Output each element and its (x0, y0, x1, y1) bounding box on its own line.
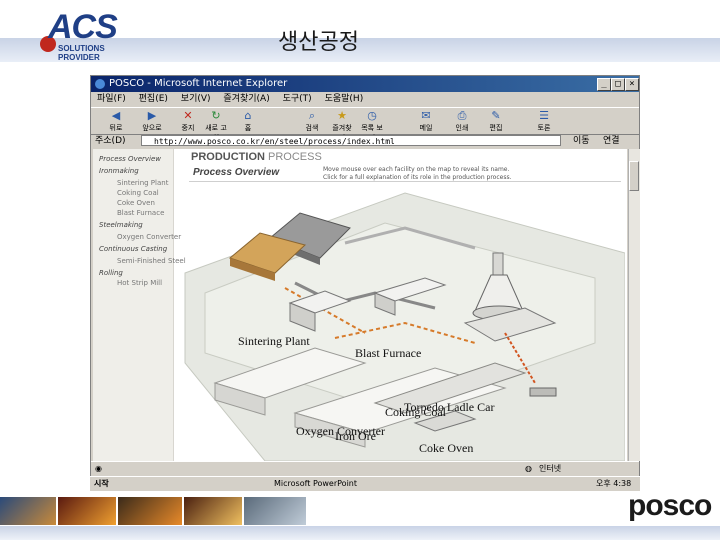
start-button[interactable]: 시작 (94, 477, 109, 491)
edit-button[interactable]: ✎ 편집 (485, 110, 507, 133)
window-title: POSCO - Microsoft Internet Explorer (109, 78, 288, 89)
vertical-scrollbar[interactable] (628, 149, 640, 461)
divider (189, 181, 621, 182)
menu-view[interactable]: 보기(V) (181, 94, 211, 104)
maximize-button[interactable]: □ (611, 78, 625, 91)
posco-logo: posco (628, 489, 712, 522)
menu-file[interactable]: 파일(F) (97, 94, 126, 104)
mail-icon: ✉ (421, 109, 431, 122)
menu-tools[interactable]: 도구(T) (283, 94, 312, 104)
forward-button[interactable]: ▶ 앞으로 (141, 110, 163, 133)
address-bar: 주소(D) http://www.posco.co.kr/en/steel/pr… (91, 133, 639, 149)
label-blast-furnace[interactable]: Blast Furnace (355, 346, 421, 361)
back-icon: ◀ (111, 109, 121, 122)
history-icon: ◷ (367, 109, 377, 122)
print-button[interactable]: ⎙ 인쇄 (451, 110, 473, 133)
status-bar: ◉ ◍ 인터넷 (91, 461, 639, 476)
nav-item[interactable]: Continuous Casting (99, 245, 167, 253)
section-title-light: PROCESS (268, 151, 322, 163)
logo-tagline: SOLUTIONS PROVIDER (58, 44, 105, 62)
label-coke-oven[interactable]: Coke Oven (419, 441, 473, 456)
nav-item[interactable]: Process Overview (99, 155, 161, 163)
label-sintering-plant[interactable]: Sintering Plant (238, 334, 310, 349)
nav-item[interactable]: Coke Oven (117, 199, 155, 207)
refresh-icon: ↻ (211, 109, 221, 122)
menu-edit[interactable]: 편집(E) (139, 94, 168, 104)
minimize-button[interactable]: _ (597, 78, 611, 91)
photo-4 (184, 497, 242, 525)
photo-5 (244, 497, 306, 525)
search-button[interactable]: ⌕ 검색 (301, 110, 323, 133)
process-nav: Process Overview Ironmaking Sintering Plan… (93, 149, 186, 461)
back-button[interactable]: ◀ 뒤로 (105, 110, 127, 133)
photo-1 (0, 497, 56, 525)
internet-zone-icon: ◍ (525, 464, 532, 473)
stop-button[interactable]: ✕ 중지 (177, 110, 199, 133)
nav-item[interactable]: Sintering Plant (117, 179, 168, 187)
nav-item[interactable]: Hot Strip Mill (117, 279, 162, 287)
label-torpedo-ladle-car[interactable]: Torpedo Ladle Car (404, 400, 494, 415)
nav-item[interactable]: Blast Furnace (117, 209, 164, 217)
taskbar-task[interactable]: Microsoft PowerPoint (274, 477, 357, 491)
hint-line-2: Click for a full explanation of its role… (323, 174, 512, 181)
search-icon: ⌕ (308, 109, 316, 122)
toolbar: ◀뒤로 ▶앞으로 ✕중지 ↻새로 고침 ⌂홈 ⌕검색 ★즐겨찾기 ◷목록 보기 … (91, 107, 639, 142)
favorites-icon: ★ (337, 109, 347, 122)
footer-band (0, 526, 720, 540)
logo-text: ACS (48, 8, 118, 46)
hint-line-1: Move mouse over each facility on the map… (323, 166, 510, 173)
nav-item[interactable]: Ironmaking (99, 167, 139, 175)
links-button[interactable]: 연결 (603, 133, 620, 149)
go-button[interactable]: 이동 (573, 133, 590, 149)
zone-label: 인터넷 (539, 464, 562, 473)
discuss-icon: ☰ (539, 109, 549, 122)
windows-taskbar: 시작 Microsoft PowerPoint 오후 4:38 (90, 476, 640, 491)
discuss-button[interactable]: ☰ 토론 (533, 110, 555, 133)
menu-favorites[interactable]: 즐겨찾기(A) (223, 94, 269, 104)
home-button[interactable]: ⌂ 홈 (237, 110, 259, 133)
menu-bar: 파일(F) 편집(E) 보기(V) 즐겨찾기(A) 도구(T) 도움말(H) (91, 92, 639, 107)
nav-item[interactable]: Coking Coal (117, 189, 159, 197)
window-titlebar: POSCO - Microsoft Internet Explorer _ □ … (91, 76, 639, 92)
photo-2 (58, 497, 116, 525)
home-icon: ⌂ (244, 109, 252, 122)
page-content: Process Overview Ironmaking Sintering Plan… (93, 149, 627, 461)
edit-icon: ✎ (491, 109, 501, 122)
slide-title: 생산공정 (278, 30, 359, 55)
process-map: Coking Coal Iron Ore Coke Oven (175, 183, 626, 461)
menu-help[interactable]: 도움말(H) (325, 94, 364, 104)
address-input[interactable]: http://www.posco.co.kr/en/steel/process/… (141, 135, 561, 146)
forward-icon: ▶ (147, 109, 157, 122)
address-label: 주소(D) (95, 136, 126, 146)
nav-item[interactable]: Steelmaking (99, 221, 143, 229)
nav-item[interactable]: Rolling (99, 269, 123, 277)
section-title-bold: PRODUCTION (191, 151, 265, 163)
mail-button[interactable]: ✉ 메일 (415, 110, 437, 133)
nav-item[interactable]: Oxygen Converter (117, 233, 181, 241)
ie-icon (95, 79, 105, 89)
print-icon: ⎙ (457, 109, 467, 122)
acs-logo: ACS SOLUTIONS PROVIDER (40, 6, 136, 62)
photo-3 (118, 497, 182, 525)
footer-photo-strip (0, 497, 306, 525)
page-status-icon: ◉ (95, 464, 102, 473)
scrollbar-thumb[interactable] (629, 161, 639, 191)
stop-icon: ✕ (183, 109, 193, 122)
section-title: PRODUCTION PROCESS (191, 151, 322, 163)
page-subtitle: Process Overview (193, 167, 280, 178)
label-oxygen-converter[interactable]: Oxygen Converter (296, 424, 385, 439)
taskbar-clock: 오후 4:38 (596, 479, 632, 488)
close-button[interactable]: × (625, 78, 639, 91)
browser-window: POSCO - Microsoft Internet Explorer _ □ … (90, 75, 640, 477)
